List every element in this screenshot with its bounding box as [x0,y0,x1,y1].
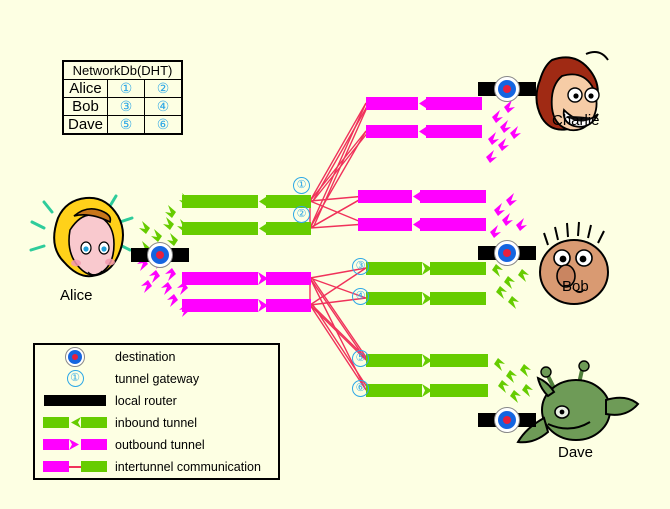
networkdb-alice-gw2[interactable]: ② [144,79,183,98]
legend-item-outbound: outbound tunnel [35,434,278,455]
legend-label-outbound: outbound tunnel [115,437,205,452]
gateway-number-2[interactable]: ② [293,206,310,223]
peer-label-bob: Bob [562,278,589,295]
legend-label-intertunnel: intertunnel communication [115,459,261,474]
table-row: Bob ③ ④ [62,97,183,116]
destination-marker-bob [494,240,520,266]
destination-marker-icon [35,346,115,367]
peer-label-charlie: Charlie [552,112,600,129]
legend-item-intertunnel: intertunnel communication [35,456,278,477]
legend-gateway-symbol: ① [66,370,84,387]
networkdb-peer-dave: Dave [62,115,109,135]
gateway-number-3[interactable]: ③ [352,258,369,275]
networkdb-title: NetworkDb(DHT) [62,60,183,80]
gateway-number-1[interactable]: ① [293,177,310,194]
peer-label-dave: Dave [558,444,594,461]
networkdb-peer-bob: Bob [62,97,109,116]
destination-marker-charlie [494,76,520,102]
legend-item-inbound: inbound tunnel [35,412,278,433]
peer-label-alice: Alice [60,287,93,304]
avatar-dave [516,360,640,444]
networkdb-alice-gw1[interactable]: ① [107,79,146,98]
gateway-number-6[interactable]: ⑥ [352,380,369,397]
legend-label-router: local router [115,393,177,408]
networkdb-header-row: NetworkDb(DHT) [62,60,183,80]
legend-item-destination: destination [35,346,278,367]
intertunnel-link-icon [35,461,115,472]
networkdb-bob-gw1[interactable]: ③ [107,97,146,116]
legend-item-router: local router [35,390,278,411]
legend-label-gateway: tunnel gateway [115,371,200,386]
avatar-alice [29,194,134,278]
inbound-tunnel-icon [35,416,115,429]
legend-label-destination: destination [115,349,176,364]
legend-panel: destination ① tunnel gateway local route… [33,343,280,480]
diagram-canvas: ① ② ③ ④ ⑤ ⑥ Alice Charlie Bob Dave Netwo… [0,0,670,509]
destination-marker-dave [494,407,520,433]
local-router-icon [35,395,115,406]
gateway-number-icon: ① [35,370,115,387]
outbound-tunnel-icon [35,438,115,451]
legend-label-inbound: inbound tunnel [115,415,198,430]
networkdb-dave-gw1[interactable]: ⑤ [107,115,146,135]
networkdb-dave-gw2[interactable]: ⑥ [144,115,183,135]
table-row: Alice ① ② [62,79,183,98]
gateway-number-5[interactable]: ⑤ [352,350,369,367]
table-row: Dave ⑤ ⑥ [62,115,183,135]
networkdb-bob-gw2[interactable]: ④ [144,97,183,116]
networkdb-table: NetworkDb(DHT) Alice ① ② Bob ③ ④ Dave ⑤ … [62,60,184,135]
destination-marker-alice [147,242,173,268]
legend-item-gateway: ① tunnel gateway [35,368,278,389]
gateway-number-4[interactable]: ④ [352,288,369,305]
networkdb-peer-alice: Alice [62,79,109,98]
